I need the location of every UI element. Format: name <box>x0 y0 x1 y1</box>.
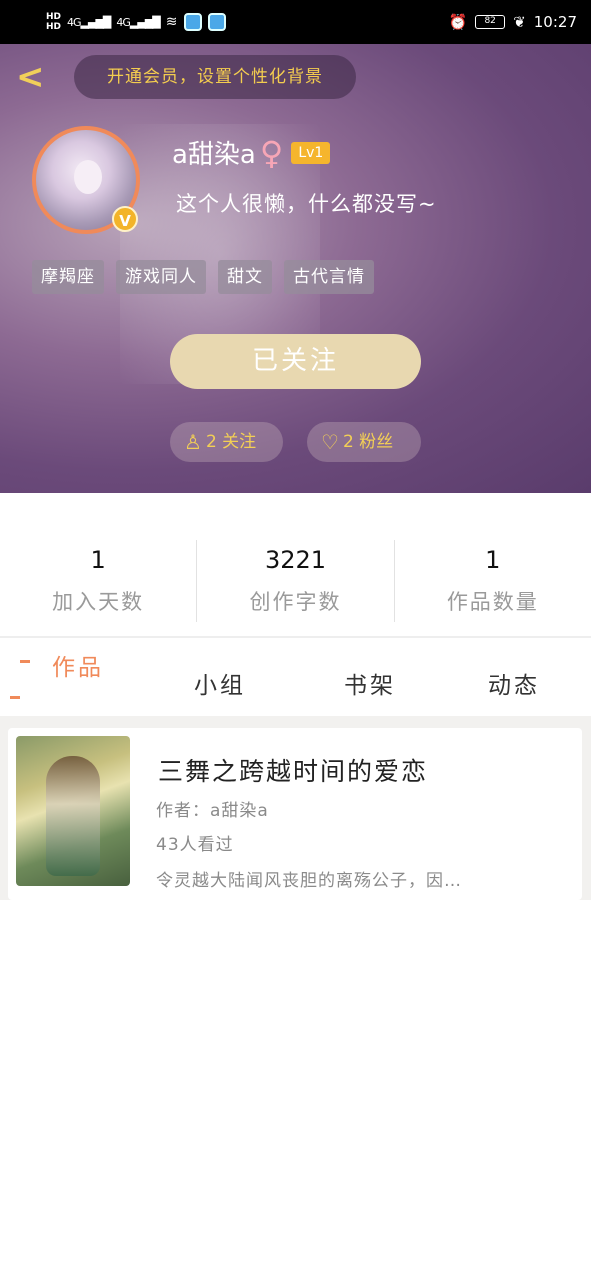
chevron-left-icon: < <box>16 57 45 97</box>
hd-indicator: HD HD <box>46 12 62 32</box>
signature: 这个人很懒，什么都没写~ <box>176 192 437 216</box>
status-right: ⏰ 82 ❦ 10:27 <box>449 13 578 31</box>
heart-plus-icon: ♡ <box>321 430 339 454</box>
username: a甜染a <box>172 140 256 170</box>
tab-bar: 作品 小组 书架 动态 <box>0 640 591 716</box>
stat-works: 1 作品数量 <box>395 540 591 622</box>
avatar-face <box>74 160 102 194</box>
stat-value: 1 <box>485 546 501 574</box>
signal-icon: 4G▂▄▆█ <box>67 15 111 29</box>
wifi-icon: ≋ <box>165 14 178 30</box>
battery-icon: 82 <box>475 15 506 29</box>
book-description: 令灵越大陆闻风丧胆的离殇公子，因… <box>156 871 462 891</box>
follow-button[interactable]: 已关注 <box>170 334 421 389</box>
female-icon: ♀ <box>259 133 284 172</box>
tag[interactable]: 摩羯座 <box>32 260 104 294</box>
back-button[interactable]: < <box>16 60 46 96</box>
clock: 10:27 <box>533 13 577 31</box>
book-author: 作者：a甜染a <box>156 801 269 821</box>
status-bar: HD HD 4G▂▄▆█ 4G▂▄▆█ ≋ ⏰ 82 ❦ 10:27 <box>0 0 591 44</box>
stat-label: 创作字数 <box>249 590 342 614</box>
fans-count-button[interactable]: ♡ 2 粉丝 <box>307 422 421 462</box>
fans-label: 2 粉丝 <box>342 432 394 452</box>
tab-dynamic[interactable]: 动态 <box>488 666 540 700</box>
tag[interactable]: 古代言情 <box>284 260 374 294</box>
stat-words: 3221 创作字数 <box>197 540 395 622</box>
signal-icon-2: 4G▂▄▆█ <box>116 15 160 29</box>
following-count-button[interactable]: ♙ 2 关注 <box>170 422 283 462</box>
book-views: 43人看过 <box>156 835 234 855</box>
stat-value: 1 <box>90 546 106 574</box>
tag-list: 摩羯座 游戏同人 甜文 古代言情 <box>32 260 374 294</box>
divider <box>0 636 591 638</box>
leaf-icon: ❦ <box>513 13 526 31</box>
cover-illustration <box>46 756 100 876</box>
level-badge: Lv1 <box>291 141 331 164</box>
alarm-icon: ⏰ <box>448 13 468 31</box>
active-tab-marker <box>10 696 20 699</box>
tag[interactable]: 甜文 <box>218 260 272 294</box>
tag[interactable]: 游戏同人 <box>116 260 206 294</box>
tab-group[interactable]: 小组 <box>194 666 246 700</box>
active-tab-marker <box>20 660 30 663</box>
app-notification-icon <box>183 13 202 31</box>
tab-works[interactable]: 作品 <box>52 648 104 682</box>
user-plus-icon: ♙ <box>184 430 202 454</box>
status-left: HD HD 4G▂▄▆█ 4G▂▄▆█ ≋ <box>46 12 226 32</box>
tab-bookshelf[interactable]: 书架 <box>344 666 396 700</box>
book-cover <box>16 736 130 886</box>
stat-days: 1 加入天数 <box>0 540 198 622</box>
app-notification-icon-2 <box>207 13 226 31</box>
work-card[interactable]: 三舞之跨越时间的爱恋 作者：a甜染a 43人看过 令灵越大陆闻风丧胆的离殇公子，… <box>8 728 582 900</box>
username-row: a甜染a ♀ Lv1 <box>172 133 331 172</box>
profile-header: < 开通会员，设置个性化背景 V a甜染a ♀ Lv1 这个人很懒，什么都没写~… <box>0 44 591 493</box>
stat-label: 加入天数 <box>52 590 145 614</box>
stats-row: 1 加入天数 3221 创作字数 1 作品数量 <box>0 540 591 622</box>
book-title: 三舞之跨越时间的爱恋 <box>158 757 429 786</box>
stat-value: 3221 <box>264 546 327 574</box>
vip-badge-icon: V <box>112 206 138 232</box>
following-label: 2 关注 <box>205 432 257 452</box>
stat-label: 作品数量 <box>446 590 539 614</box>
vip-banner[interactable]: 开通会员，设置个性化背景 <box>74 55 356 99</box>
